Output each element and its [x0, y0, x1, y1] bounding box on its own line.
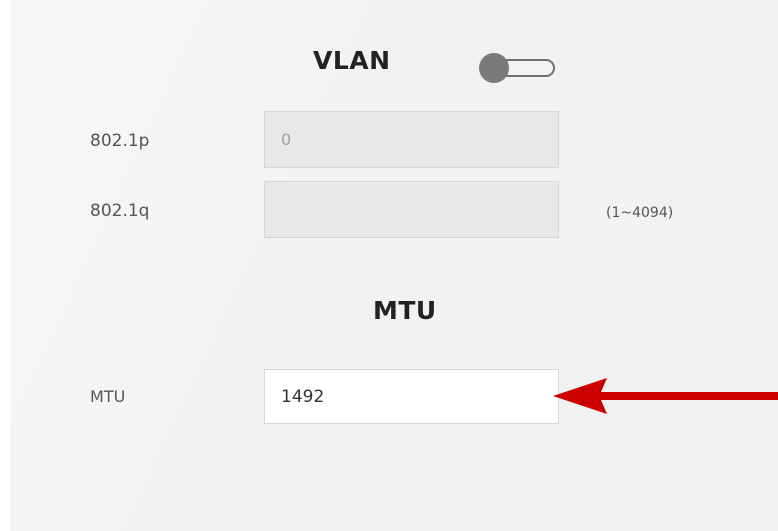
- red-arrow-icon: [553, 378, 778, 414]
- vlan-toggle[interactable]: [479, 53, 557, 83]
- vlan-mtu-settings-panel: VLAN 802.1p 802.1q (1~4094) MTU MTU: [10, 0, 778, 531]
- mtu-section-title: MTU: [373, 296, 437, 325]
- vlan-id-range-hint: (1~4094): [606, 205, 674, 221]
- vlan-section-title: VLAN: [313, 46, 391, 75]
- label-8021q: 802.1q: [90, 201, 150, 221]
- input-8021q[interactable]: [264, 181, 559, 238]
- label-8021p: 802.1p: [90, 131, 150, 151]
- mtu-input[interactable]: [264, 369, 559, 424]
- input-8021p[interactable]: [264, 111, 559, 168]
- label-mtu: MTU: [90, 387, 126, 406]
- vlan-toggle-knob: [479, 53, 509, 83]
